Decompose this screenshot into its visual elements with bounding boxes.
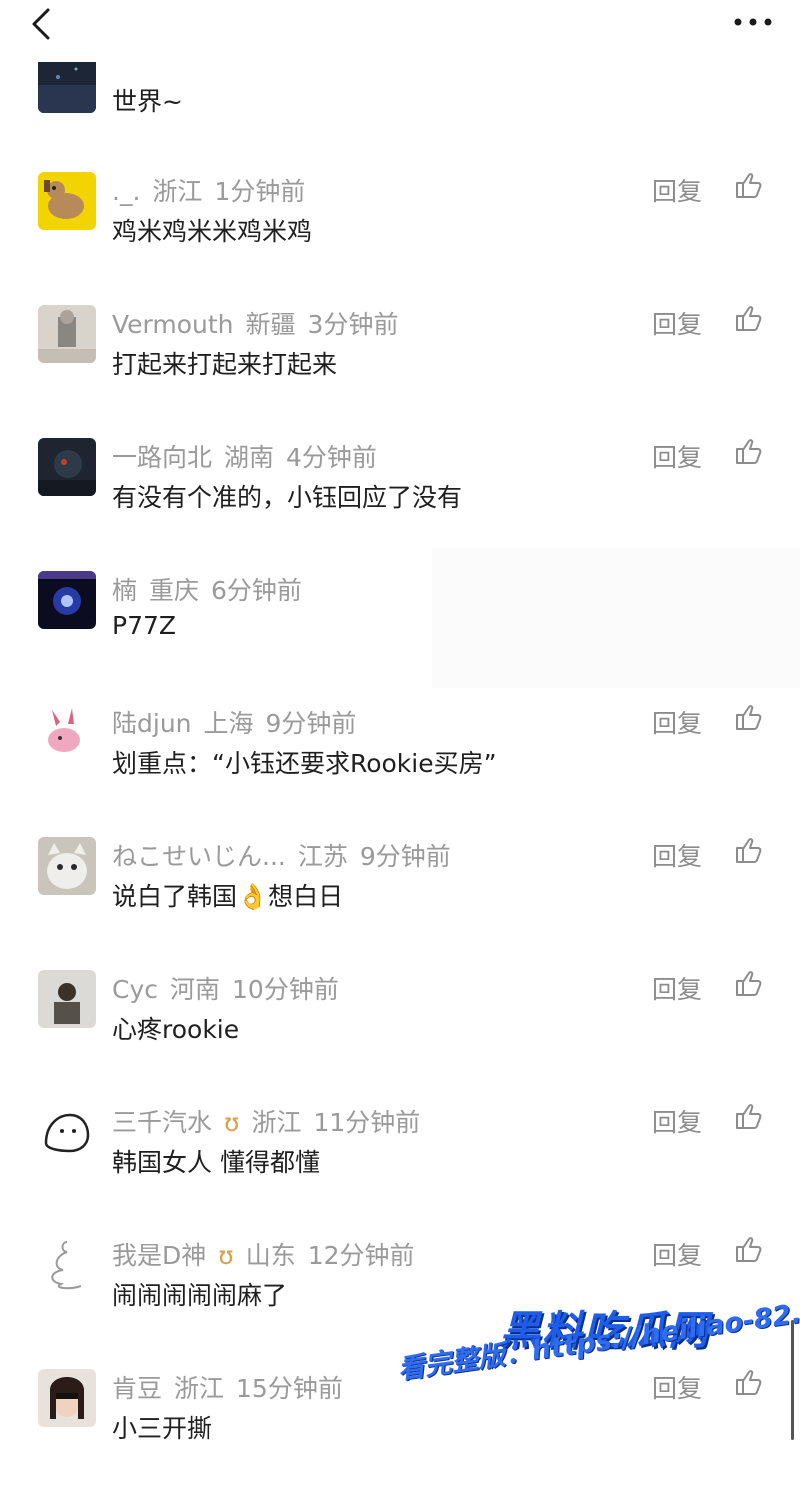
- timestamp: 15分钟前: [236, 1374, 343, 1403]
- thumbs-up-icon[interactable]: [733, 702, 763, 732]
- reply-button[interactable]: 回复: [652, 970, 702, 1006]
- comment-text: 鸡米鸡米米鸡米鸡: [112, 217, 313, 246]
- location: 湖南: [224, 443, 275, 472]
- reply-button[interactable]: 回复: [652, 438, 702, 474]
- comment-meta: 肯豆 浙江 15分钟前: [112, 1369, 355, 1405]
- comment-text: P77Z: [112, 611, 177, 640]
- thumbs-up-icon[interactable]: [733, 1101, 763, 1131]
- username[interactable]: 我是D神: [112, 1241, 206, 1270]
- location: 山东: [245, 1241, 296, 1270]
- comment-item: 肯豆 浙江 15分钟前 小三开撕 回复: [0, 1369, 800, 1489]
- comment-text: 韩国女人 懂得都懂: [112, 1148, 320, 1177]
- location: 重庆: [149, 576, 200, 605]
- comment-item: Cyc 河南 10分钟前 心疼rookie 回复: [0, 970, 800, 1090]
- vip-badge-icon: ʊ: [224, 1108, 240, 1137]
- username[interactable]: ねこせいじん...: [112, 842, 286, 871]
- top-navigation-bar: [0, 0, 800, 62]
- thumbs-up-icon[interactable]: [733, 170, 763, 200]
- comment-item: 世界~: [0, 55, 800, 175]
- username[interactable]: 肯豆: [112, 1374, 162, 1403]
- username[interactable]: 楠: [112, 576, 137, 605]
- thumbs-up-icon[interactable]: [733, 1234, 763, 1264]
- comment-meta: 一路向北 湖南 4分钟前: [112, 438, 389, 474]
- username[interactable]: Cyc: [112, 975, 158, 1004]
- location: 浙江: [174, 1374, 225, 1403]
- timestamp: 4分钟前: [286, 443, 377, 472]
- timestamp: 6分钟前: [211, 576, 302, 605]
- location: 河南: [170, 975, 221, 1004]
- comment-meta: 我是D神 ʊ 山东 12分钟前: [112, 1236, 427, 1272]
- location: 浙江: [152, 177, 203, 206]
- location: 浙江: [251, 1108, 302, 1137]
- avatar[interactable]: [38, 970, 96, 1028]
- avatar[interactable]: [38, 704, 96, 762]
- avatar[interactable]: [38, 438, 96, 496]
- avatar[interactable]: [38, 1103, 96, 1161]
- comment-meta: Cyc 河南 10分钟前: [112, 970, 351, 1006]
- username[interactable]: 一路向北: [112, 443, 212, 472]
- comment-text: 世界~: [112, 87, 183, 116]
- avatar[interactable]: [38, 1236, 96, 1294]
- reply-button[interactable]: 回复: [652, 1236, 702, 1272]
- avatar[interactable]: [38, 55, 96, 113]
- location: 江苏: [297, 842, 348, 871]
- comment-item: ねこせいじん... 江苏 9分钟前 说白了韩国👌想白日 回复: [0, 837, 800, 957]
- avatar[interactable]: [38, 1369, 96, 1427]
- comment-text: 说白了韩国👌想白日: [112, 882, 344, 911]
- comment-meta: ._. 浙江 1分钟前: [112, 172, 317, 208]
- comment-item: 三千汽水 ʊ 浙江 11分钟前 韩国女人 懂得都懂 回复: [0, 1103, 800, 1223]
- comment-meta: 陆djun 上海 9分钟前: [112, 704, 368, 740]
- comment-item: 我是D神 ʊ 山东 12分钟前 闹闹闹闹闹麻了 回复: [0, 1236, 800, 1356]
- timestamp: 1分钟前: [214, 177, 306, 206]
- more-horizontal-icon[interactable]: [728, 8, 778, 38]
- comment-meta: 三千汽水 ʊ 浙江 11分钟前: [112, 1103, 432, 1139]
- comment-list: 世界~ ._. 浙江 1分钟前 鸡米鸡米米鸡米鸡 回复 Vermouth 新疆 3分钟前…: [0, 0, 800, 1446]
- thumbs-up-icon[interactable]: [733, 835, 763, 865]
- reply-button[interactable]: 回复: [652, 172, 702, 208]
- comment-item: Vermouth 新疆 3分钟前 打起来打起来打起来 回复: [0, 305, 800, 425]
- comment-item: ._. 浙江 1分钟前 鸡米鸡米米鸡米鸡 回复: [0, 172, 800, 292]
- avatar[interactable]: [38, 571, 96, 629]
- reply-button[interactable]: 回复: [652, 704, 702, 740]
- comment-item: 一路向北 湖南 4分钟前 有没有个准的，小钰回应了没有 回复: [0, 438, 800, 558]
- avatar[interactable]: [38, 837, 96, 895]
- timestamp: 3分钟前: [307, 310, 399, 339]
- comment-meta: ねこせいじん... 江苏 9分钟前: [112, 837, 463, 873]
- comment-text: 有没有个准的，小钰回应了没有: [112, 483, 463, 512]
- scrollbar[interactable]: [791, 1320, 794, 1440]
- location: 上海: [203, 709, 254, 738]
- username[interactable]: 三千汽水: [112, 1108, 212, 1137]
- comment-text: 闹闹闹闹闹麻了: [112, 1281, 288, 1310]
- timestamp: 9分钟前: [265, 709, 357, 738]
- comment-meta: Vermouth 新疆 3分钟前: [112, 305, 410, 341]
- comment-text: 划重点：“小钰还要求Rookie买房”: [112, 749, 497, 778]
- vip-badge-icon: ʊ: [218, 1241, 234, 1270]
- reply-button[interactable]: 回复: [652, 1369, 702, 1405]
- comment-text: 小三开撕: [112, 1414, 213, 1443]
- location: 新疆: [245, 310, 296, 339]
- reply-button[interactable]: 回复: [652, 305, 702, 341]
- thumbs-up-icon[interactable]: [733, 1367, 763, 1397]
- thumbs-up-icon[interactable]: [733, 968, 763, 998]
- timestamp: 11分钟前: [313, 1108, 421, 1137]
- reply-button[interactable]: 回复: [652, 1103, 702, 1139]
- timestamp: 12分钟前: [307, 1241, 415, 1270]
- chevron-left-icon[interactable]: [24, 6, 64, 46]
- avatar[interactable]: [38, 172, 96, 230]
- comment-text: 心疼rookie: [112, 1015, 240, 1044]
- timestamp: 10分钟前: [232, 975, 339, 1004]
- username[interactable]: 陆djun: [112, 709, 192, 738]
- image-artifact-patch: [432, 548, 800, 688]
- comment-text: 打起来打起来打起来: [112, 350, 338, 379]
- username[interactable]: ._.: [112, 177, 140, 206]
- timestamp: 9分钟前: [359, 842, 451, 871]
- reply-button[interactable]: 回复: [652, 837, 702, 873]
- comment-meta: 楠重庆 6分钟前: [112, 571, 314, 607]
- comment-item: 陆djun 上海 9分钟前 划重点：“小钰还要求Rookie买房” 回复: [0, 704, 800, 824]
- thumbs-up-icon[interactable]: [733, 303, 763, 333]
- avatar[interactable]: [38, 305, 96, 363]
- username[interactable]: Vermouth: [112, 310, 234, 339]
- thumbs-up-icon[interactable]: [733, 436, 763, 466]
